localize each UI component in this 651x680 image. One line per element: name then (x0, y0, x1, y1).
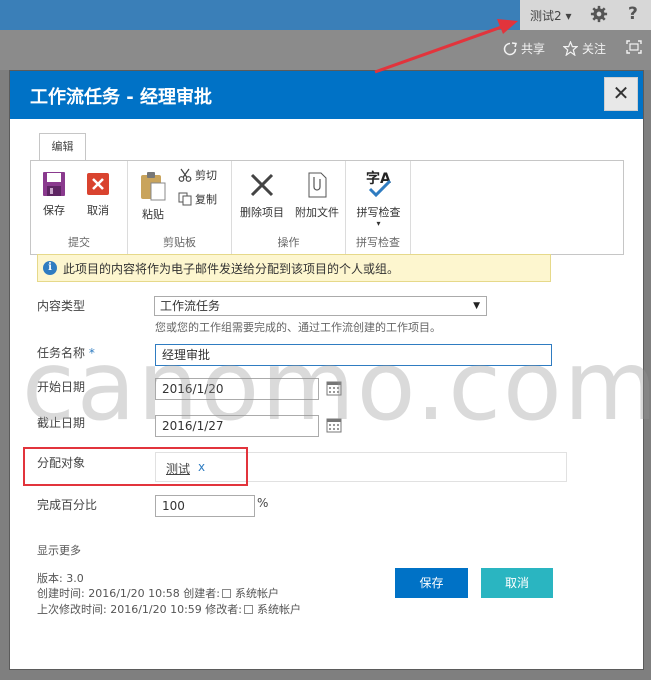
cancel-button[interactable]: 取消 (481, 568, 553, 598)
content-type-label: 内容类型 (37, 299, 86, 313)
ribbon-attach-file-label: 附加文件 (295, 206, 339, 219)
percent-complete-input[interactable]: 100 (155, 495, 255, 517)
presence-icon (222, 589, 232, 598)
required-mark: * (88, 346, 95, 360)
ribbon-cut-button[interactable]: 剪切 (178, 167, 217, 183)
start-date-input[interactable]: 2016/1/20 (155, 378, 319, 400)
percent-sign: % (257, 496, 269, 510)
content-type-select[interactable]: 工作流任务 ▼ (154, 296, 487, 316)
ribbon-attach-file-button[interactable]: 附加文件 (292, 171, 342, 220)
annotation-highlight-box (23, 447, 248, 486)
task-name-input[interactable]: 经理审批 (155, 344, 552, 366)
created-by: 系统帐户 (235, 587, 280, 600)
task-name-label: 任务名称 * (37, 344, 95, 361)
ribbon-delete-item-label: 删除项目 (240, 206, 284, 219)
scissors-icon (178, 168, 192, 182)
group-label-spelling: 拼写检查 (356, 236, 400, 249)
modified-text: 上次修改时间: 2016/1/20 10:59 修改者: (37, 603, 243, 616)
ribbon-spelling-label: 拼写检查 (356, 206, 401, 219)
ribbon-group-submit: 保存 取消 提交 (31, 161, 128, 254)
ribbon-spelling-button[interactable]: 字A 拼写检查 ▾ (351, 169, 406, 228)
ribbon-paste-button[interactable]: 粘贴 (138, 171, 168, 222)
workflow-task-dialog: 工作流任务 - 经理审批 ✕ 编辑 保存 取消 提交 粘贴 剪切 复制 剪贴板 … (9, 70, 644, 670)
close-button[interactable]: ✕ (604, 77, 638, 111)
ribbon-copy-label: 复制 (195, 193, 217, 206)
ribbon-group-spelling: 字A 拼写检查 ▾ 拼写检查 (346, 161, 411, 254)
version-text: 版本: 3.0 (37, 572, 84, 585)
chevron-down-icon: ▼ (473, 301, 480, 311)
group-label-actions: 操作 (277, 236, 300, 249)
info-icon: i (43, 261, 57, 275)
follow-button[interactable]: 关注 (563, 40, 606, 57)
cancel-icon (87, 173, 109, 195)
info-bar: i 此项目的内容将作为电子邮件发送给分配到该项目的个人或组。 (37, 254, 551, 282)
created-text: 创建时间: 2016/1/20 10:58 创建者: (37, 587, 221, 600)
delete-icon (250, 173, 274, 197)
follow-label: 关注 (582, 42, 607, 56)
tab-edit[interactable]: 编辑 (39, 133, 86, 161)
paperclip-icon (308, 172, 327, 198)
page-background (0, 30, 651, 70)
calendar-icon[interactable] (326, 380, 342, 396)
ribbon-cancel-label: 取消 (87, 204, 109, 217)
spelling-check-icon: 字A (366, 170, 391, 198)
modified-info: 上次修改时间: 2016/1/20 10:59 修改者: 系统帐户 (37, 601, 301, 617)
copy-icon (178, 192, 192, 206)
ribbon-delete-item-button[interactable]: 删除项目 (238, 171, 286, 220)
chevron-down-icon: ▾ (376, 219, 381, 228)
ribbon-cut-label: 剪切 (195, 169, 217, 182)
ribbon-group-clipboard: 粘贴 剪切 复制 剪贴板 (128, 161, 232, 254)
content-type-value: 工作流任务 (160, 299, 221, 313)
due-date-input[interactable]: 2016/1/27 (155, 415, 319, 437)
help-icon[interactable]: ? (628, 4, 638, 24)
dialog-title: 工作流任务 - 经理审批 (30, 87, 213, 108)
floppy-disk-icon (43, 172, 65, 196)
ribbon-save-label: 保存 (43, 204, 65, 217)
share-icon (503, 41, 517, 55)
paste-icon (141, 172, 166, 201)
show-more-link[interactable]: 显示更多 (37, 542, 81, 558)
dialog-header: 工作流任务 - 经理审批 ✕ (10, 71, 643, 119)
user-menu[interactable]: 测试2 ▾ (530, 7, 571, 24)
ribbon-cancel-button[interactable]: 取消 (83, 171, 113, 218)
modified-by: 系统帐户 (257, 603, 302, 616)
group-label-clipboard: 剪贴板 (163, 236, 196, 249)
ribbon-save-button[interactable]: 保存 (39, 171, 69, 218)
start-date-label: 开始日期 (37, 380, 86, 394)
info-text: 此项目的内容将作为电子邮件发送给分配到该项目的个人或组。 (63, 261, 400, 276)
share-button[interactable]: 共享 (503, 40, 545, 57)
save-button[interactable]: 保存 (395, 568, 468, 598)
gear-icon[interactable] (590, 5, 608, 23)
calendar-icon[interactable] (326, 417, 342, 433)
ribbon-group-actions: 删除项目 附加文件 操作 (232, 161, 346, 254)
presence-icon (244, 605, 254, 614)
task-name-label-text: 任务名称 (37, 346, 86, 360)
ribbon: 保存 取消 提交 粘贴 剪切 复制 剪贴板 删除项目 附加文件 操作 字A 拼写… (30, 160, 624, 255)
percent-complete-label: 完成百分比 (37, 498, 98, 512)
ribbon-copy-button[interactable]: 复制 (178, 191, 217, 207)
due-date-label: 截止日期 (37, 416, 86, 430)
ribbon-paste-label: 粘贴 (142, 208, 164, 221)
share-label: 共享 (521, 42, 546, 56)
group-label-submit: 提交 (68, 236, 90, 249)
created-info: 创建时间: 2016/1/20 10:58 创建者: 系统帐户 (37, 585, 279, 601)
star-icon (563, 41, 578, 56)
focus-icon[interactable] (626, 40, 642, 54)
content-type-hint: 您或您的工作组需要完成的、通过工作流创建的工作项目。 (155, 321, 441, 334)
